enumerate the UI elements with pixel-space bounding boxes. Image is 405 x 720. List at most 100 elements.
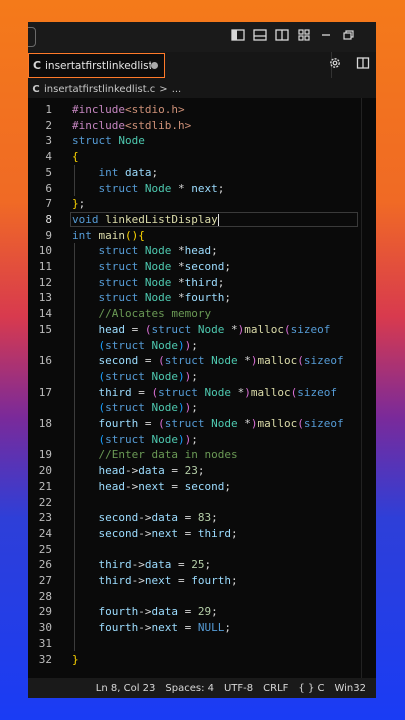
code-line[interactable]: 2 #include<stdlib.h> xyxy=(28,118,376,134)
minimize-icon[interactable] xyxy=(318,28,334,44)
code-line[interactable]: 9 int main(){ xyxy=(28,228,376,244)
indentation[interactable]: Spaces: 4 xyxy=(165,683,214,694)
code-line[interactable]: 15 head = (struct Node *)malloc(sizeof xyxy=(28,322,376,338)
code-line[interactable]: 32} xyxy=(28,652,376,668)
code-line[interactable]: 23 second->data = 83; xyxy=(28,510,376,526)
code-editor[interactable]: 1 #include<stdio.h> 2 #include<stdlib.h> 3st… xyxy=(28,98,376,678)
indent-guide xyxy=(74,164,75,197)
code-line[interactable]: (struct Node)); xyxy=(28,432,376,448)
code-token: { xyxy=(138,228,145,242)
code-line[interactable]: 19 //Enter data in nodes xyxy=(28,447,376,463)
code-token: head xyxy=(98,479,126,493)
code-token: * xyxy=(224,322,238,336)
code-line[interactable]: 6 struct Node * next; xyxy=(28,181,376,197)
code-line[interactable]: 16 second = (struct Node *)malloc(sizeof xyxy=(28,353,376,369)
code-line[interactable]: 5 int data; xyxy=(28,165,376,181)
code-line[interactable]: 1 #include<stdio.h> xyxy=(28,102,376,118)
code-text: { xyxy=(72,149,79,165)
code-text: }; xyxy=(72,196,85,212)
code-token: ) xyxy=(178,401,185,415)
code-line[interactable]: 12 struct Node *third; xyxy=(28,275,376,291)
code-token: third xyxy=(98,385,132,399)
code-token: ( xyxy=(284,322,291,336)
language-mode[interactable]: { } C xyxy=(298,683,324,694)
breadcrumb-symbol[interactable]: ... xyxy=(172,84,182,95)
line-number: 13 xyxy=(38,291,52,305)
line-number: 8 xyxy=(45,212,52,226)
layout-sidebar-left-icon[interactable] xyxy=(230,28,246,44)
code-token: void xyxy=(72,212,99,226)
restore-icon[interactable] xyxy=(340,28,356,44)
vertical-scrollbar[interactable] xyxy=(361,98,362,678)
code-token: malloc xyxy=(244,322,284,336)
code-token: struct xyxy=(98,260,139,273)
code-token: int xyxy=(98,165,119,179)
code-line[interactable]: (struct Node)); xyxy=(28,338,376,354)
code-line[interactable]: (struct Node)); xyxy=(28,369,376,385)
code-token: <stdio.h> xyxy=(124,103,185,116)
editor-tab-active[interactable]: C insertatfirstlinkedlist.c xyxy=(28,53,165,78)
text-cursor xyxy=(217,213,219,226)
code-token: ; xyxy=(224,479,231,493)
breadcrumb-file[interactable]: insertatfirstlinkedlist.c xyxy=(44,84,155,95)
code-line[interactable]: 10 struct Node *head; xyxy=(28,243,376,259)
code-token: = xyxy=(164,479,185,493)
platform[interactable]: Win32 xyxy=(334,683,366,694)
code-line[interactable]: 4{ xyxy=(28,149,376,165)
code-token: ) xyxy=(250,417,258,430)
code-line[interactable]: 18 fourth = (struct Node *)malloc(sizeof xyxy=(28,416,376,432)
code-line[interactable]: 22 xyxy=(28,495,376,511)
split-editor-icon[interactable] xyxy=(356,56,370,74)
code-token: Node xyxy=(197,322,225,336)
code-token: ) xyxy=(250,354,258,368)
code-line[interactable]: 8 void linkedListDisplay xyxy=(28,211,376,228)
code-token: next xyxy=(151,526,179,540)
run-settings-gear-icon[interactable] xyxy=(328,56,342,74)
line-number: 4 xyxy=(45,150,52,164)
code-token: data xyxy=(125,165,152,179)
code-token: -> xyxy=(138,526,152,540)
code-line[interactable]: 3 struct Node xyxy=(28,133,376,149)
layout-panel-icon[interactable] xyxy=(252,28,268,44)
code-line[interactable]: 21 head->next = second; xyxy=(28,479,376,495)
code-line[interactable]: 28 xyxy=(28,589,376,605)
code-token: ; xyxy=(217,275,225,289)
code-token: 25 xyxy=(191,558,205,572)
code-text: third->data = 25; xyxy=(72,557,212,573)
code-line[interactable]: 31 xyxy=(28,636,376,652)
code-line[interactable]: 26 third->data = 25; xyxy=(28,557,376,573)
line-number: 14 xyxy=(38,307,52,321)
code-token: ; xyxy=(231,526,238,540)
code-line[interactable]: 14 //Alocates memory xyxy=(28,306,376,322)
unsaved-dot-icon[interactable] xyxy=(151,62,158,69)
code-line[interactable]: (struct Node)); xyxy=(28,400,376,416)
code-line[interactable]: 11 struct Node *second; xyxy=(28,259,376,275)
code-line[interactable]: 24 second->next = third; xyxy=(28,526,376,542)
code-token: Node xyxy=(144,291,172,305)
cursor-position[interactable]: Ln 8, Col 23 xyxy=(96,683,156,694)
command-center-edge[interactable] xyxy=(28,27,36,47)
code-token: sizeof xyxy=(297,385,337,399)
code-line[interactable]: 27 third->next = fourth; xyxy=(28,573,376,589)
code-text: //Alocates memory xyxy=(72,306,212,322)
encoding[interactable]: UTF-8 xyxy=(224,683,253,694)
layout-sidebar-right-icon[interactable] xyxy=(274,28,290,44)
code-text: second = (struct Node *)malloc(sizeof xyxy=(72,353,344,369)
customize-layout-icon[interactable] xyxy=(296,28,312,44)
c-file-icon: C xyxy=(32,83,40,95)
code-line[interactable]: 20 head->data = 23; xyxy=(28,463,376,479)
code-line[interactable]: 13 struct Node *fourth; xyxy=(28,290,376,306)
code-token: struct xyxy=(158,385,198,399)
end-of-line[interactable]: CRLF xyxy=(263,683,288,694)
line-number: 21 xyxy=(38,479,52,493)
code-line[interactable]: 30 fourth->next = NULL; xyxy=(28,620,376,636)
code-line[interactable]: 17 third = (struct Node *)malloc(sizeof xyxy=(28,385,376,401)
code-line[interactable]: 29 fourth->data = 29; xyxy=(28,604,376,620)
code-text: (struct Node)); xyxy=(72,338,198,354)
code-line[interactable]: 25 xyxy=(28,542,376,558)
code-line[interactable]: 7}; xyxy=(28,196,376,212)
code-text: struct Node *head; xyxy=(72,243,218,259)
